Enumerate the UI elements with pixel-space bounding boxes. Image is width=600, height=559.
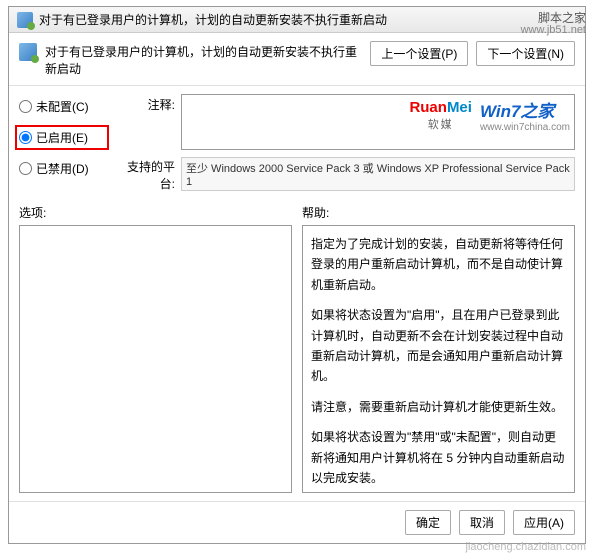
platform-label: 支持的平台: xyxy=(119,156,175,192)
footer: 确定 取消 应用(A) xyxy=(9,501,585,543)
policy-icon xyxy=(19,43,37,61)
help-pane: 指定为了完成计划的安装，自动更新将等待任何登录的用户重新启动计算机，而不是自动使… xyxy=(302,225,575,493)
platform-text: 至少 Windows 2000 Service Pack 3 或 Windows… xyxy=(181,157,575,191)
titlebar: 对于有已登录用户的计算机，计划的自动更新安装不执行重新启动 xyxy=(9,7,585,33)
highlight-box: 已启用(E) xyxy=(15,125,109,150)
comment-label: 注释: xyxy=(119,94,175,113)
content-area: 未配置(C) 已启用(E) 已禁用(D) 注释: xyxy=(9,86,585,501)
options-pane xyxy=(19,225,292,493)
radio-disabled[interactable]: 已禁用(D) xyxy=(19,160,109,177)
apply-button[interactable]: 应用(A) xyxy=(513,510,575,535)
ruanmei-logo: RuanMei xyxy=(409,99,472,116)
window-title: 对于有已登录用户的计算机，计划的自动更新安装不执行重新启动 xyxy=(39,11,387,28)
site-url: www.jb51.net xyxy=(521,24,586,36)
radio-label: 已启用(E) xyxy=(36,129,88,146)
state-radio-group: 未配置(C) 已启用(E) 已禁用(D) xyxy=(19,94,109,192)
help-label: 帮助: xyxy=(302,204,575,221)
help-text: 请注意，需要重新启动计算机才能使更新生效。 xyxy=(311,397,566,417)
watermark: RuanMei 软媒 Win7之家 www.win7china.com xyxy=(409,97,570,133)
comment-textarea[interactable]: RuanMei 软媒 Win7之家 www.win7china.com xyxy=(181,94,575,150)
radio-enabled-input[interactable] xyxy=(19,131,32,144)
cancel-button[interactable]: 取消 xyxy=(459,510,505,535)
next-setting-button[interactable]: 下一个设置(N) xyxy=(476,41,575,66)
radio-enabled[interactable]: 已启用(E) xyxy=(19,129,103,146)
bottom-watermark: jiaocheng.chazidian.com xyxy=(466,541,586,553)
win7-sub: www.win7china.com xyxy=(480,122,570,133)
help-text: 如果将状态设置为"禁用"或"未配置"，则自动更新将通知用户计算机将在 5 分钟内… xyxy=(311,427,566,488)
dialog-window: 对于有已登录用户的计算机，计划的自动更新安装不执行重新启动 对于有已登录用户的计… xyxy=(8,6,586,544)
options-label: 选项: xyxy=(19,204,292,221)
radio-not-configured-input[interactable] xyxy=(19,100,32,113)
policy-title: 对于有已登录用户的计算机，计划的自动更新安装不执行重新启动 xyxy=(45,41,362,77)
win7-logo: Win7之家 xyxy=(480,102,554,121)
ok-button[interactable]: 确定 xyxy=(405,510,451,535)
radio-not-configured[interactable]: 未配置(C) xyxy=(19,98,109,115)
radio-disabled-input[interactable] xyxy=(19,162,32,175)
radio-label: 未配置(C) xyxy=(36,98,89,115)
prev-setting-button[interactable]: 上一个设置(P) xyxy=(370,41,468,66)
help-text: 指定为了完成计划的安装，自动更新将等待任何登录的用户重新启动计算机，而不是自动使… xyxy=(311,234,566,295)
radio-label: 已禁用(D) xyxy=(36,160,89,177)
help-text: 如果将状态设置为"启用"，且在用户已登录到此计算机时，自动更新不会在计划安装过程… xyxy=(311,305,566,387)
header-row: 对于有已登录用户的计算机，计划的自动更新安装不执行重新启动 上一个设置(P) 下… xyxy=(9,33,585,86)
policy-icon xyxy=(17,12,33,28)
ruanmei-sub: 软媒 xyxy=(409,116,472,132)
